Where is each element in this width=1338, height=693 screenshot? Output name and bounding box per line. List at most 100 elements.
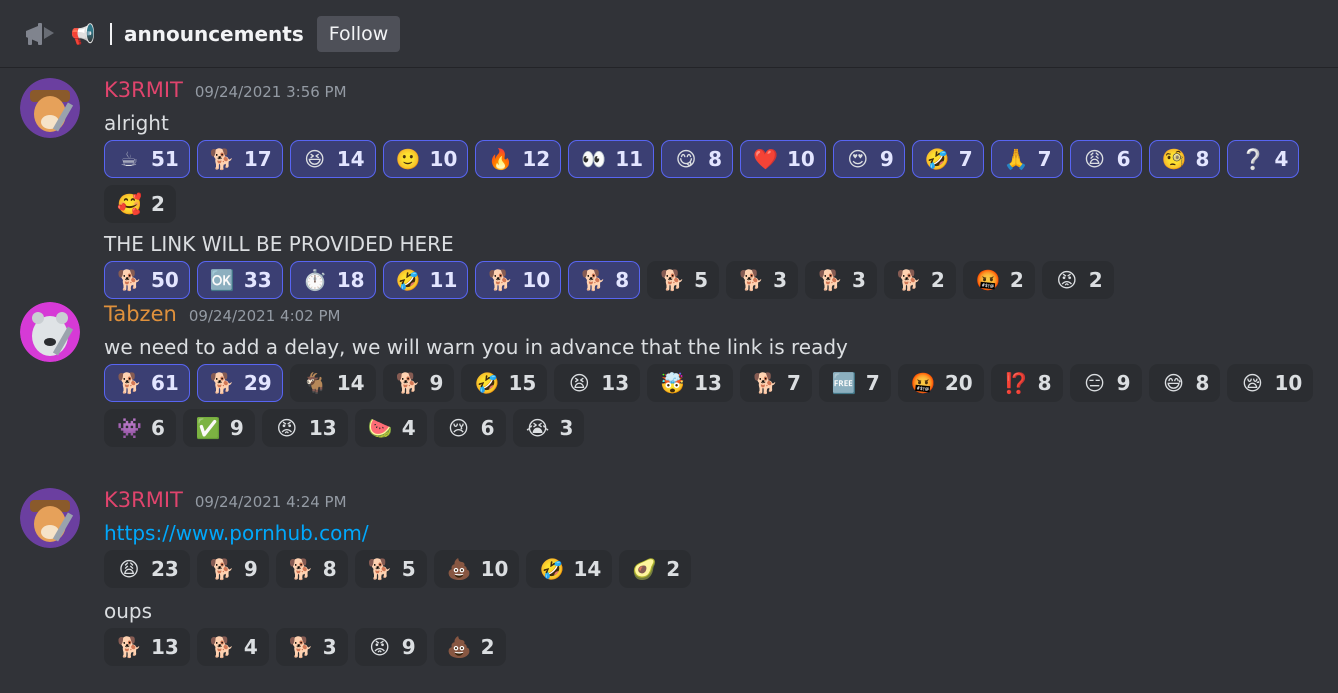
reaction-button[interactable]: 🐕 50 bbox=[104, 261, 190, 299]
reaction-button[interactable]: 🐕 3 bbox=[804, 261, 877, 299]
reaction-button[interactable]: 🐕 8 bbox=[568, 261, 641, 299]
reaction-button[interactable]: 🤯 13 bbox=[647, 364, 733, 402]
reaction-button[interactable]: 😆 14 bbox=[289, 140, 376, 178]
reaction-button[interactable]: ❔ 4 bbox=[1227, 140, 1300, 178]
reaction-count: 7 bbox=[958, 147, 973, 171]
reaction-button[interactable]: 😩 6 bbox=[1069, 140, 1142, 178]
avatar[interactable] bbox=[20, 302, 80, 362]
reaction-count: 3 bbox=[559, 416, 574, 440]
reaction-button[interactable]: ⁉️ 8 bbox=[990, 364, 1063, 402]
reaction-button[interactable]: 🤣 15 bbox=[461, 364, 548, 402]
reaction-button[interactable]: 💩 2 bbox=[433, 628, 506, 666]
reaction-button[interactable]: 🤣 7 bbox=[911, 140, 984, 178]
reaction-button[interactable]: 😋 8 bbox=[661, 140, 733, 178]
reaction-button[interactable]: 🤣 14 bbox=[526, 550, 613, 588]
reaction-button[interactable]: 🐐 14 bbox=[289, 364, 376, 402]
reaction-button[interactable]: 😡 2 bbox=[1041, 261, 1114, 299]
reaction-button[interactable]: 🆓 7 bbox=[818, 364, 891, 402]
reaction-button[interactable]: 🐕 8 bbox=[275, 550, 348, 588]
reaction-count: 2 bbox=[930, 268, 945, 292]
reaction-button[interactable]: 💩 10 bbox=[433, 550, 520, 588]
reaction-button[interactable]: 🐕 9 bbox=[382, 364, 455, 402]
reaction-button[interactable]: 🐕 29 bbox=[196, 364, 283, 402]
reaction-emoji-icon: 🐕 bbox=[660, 268, 686, 292]
reaction-emoji-icon: 🥑 bbox=[632, 557, 658, 581]
reaction-button[interactable]: 🐕 3 bbox=[275, 628, 348, 666]
reaction-button[interactable]: 🐕 9 bbox=[196, 550, 269, 588]
reaction-button[interactable]: 🤬 20 bbox=[897, 364, 984, 402]
reaction-button[interactable]: 😑 9 bbox=[1069, 364, 1142, 402]
reaction-button[interactable]: 😢 6 bbox=[433, 409, 506, 447]
reaction-button[interactable]: 😭 3 bbox=[512, 409, 585, 447]
reaction-count: 3 bbox=[851, 268, 866, 292]
reaction-count: 8 bbox=[1195, 371, 1210, 395]
reactions: 🐕 13 🐕 4 🐕 3 😡 9 💩 2 bbox=[104, 628, 1318, 666]
reaction-button[interactable]: 🍉 4 bbox=[354, 409, 427, 447]
reaction-emoji-icon: 😢 bbox=[448, 416, 470, 440]
message-content: K3RMIT 09/24/2021 4:24 PM https://www.po… bbox=[104, 488, 1318, 670]
follow-button[interactable]: Follow bbox=[316, 15, 401, 52]
reaction-button[interactable]: ✅ 9 bbox=[182, 409, 255, 447]
reaction-emoji-icon: 😩 bbox=[118, 557, 140, 581]
reaction-button[interactable]: 👀 11 bbox=[568, 140, 655, 178]
reaction-button[interactable]: 🔥 12 bbox=[475, 140, 562, 178]
megaphone-icon: 📢 bbox=[70, 21, 96, 47]
reaction-count: 20 bbox=[944, 371, 973, 395]
reaction-emoji-icon: 🐕 bbox=[209, 635, 235, 659]
reaction-button[interactable]: 🐕 13 bbox=[104, 628, 190, 666]
reaction-button[interactable]: 👾 6 bbox=[104, 409, 176, 447]
reaction-button[interactable]: 🤬 2 bbox=[962, 261, 1035, 299]
avatar[interactable] bbox=[20, 78, 80, 138]
reaction-button[interactable]: 🙏 7 bbox=[990, 140, 1063, 178]
reaction-button[interactable]: ☕ 51 bbox=[104, 140, 190, 178]
reaction-button[interactable]: 🐕 4 bbox=[196, 628, 269, 666]
reaction-button[interactable]: 🆗 33 bbox=[196, 261, 283, 299]
author-name[interactable]: Tabzen bbox=[104, 302, 177, 326]
reaction-button[interactable]: 😍 9 bbox=[832, 140, 905, 178]
reactions: 🐕 61 🐕 29 🐐 14 🐕 9 🤣 15 😫 13 🤯 13 🐕 7 🆓 7 🤬 20 ⁉️ 8 😑 9 😅 8 😪 10 👾 6 ✅… bbox=[104, 364, 1318, 447]
reaction-button[interactable]: 🧐 8 bbox=[1148, 140, 1221, 178]
reaction-button[interactable]: 🐕 61 bbox=[104, 364, 190, 402]
reaction-count: 6 bbox=[151, 416, 165, 440]
reaction-button[interactable]: 😡 13 bbox=[261, 409, 348, 447]
reaction-emoji-icon: 😆 bbox=[304, 147, 326, 171]
reaction-button[interactable]: 🤣 11 bbox=[382, 261, 469, 299]
reaction-count: 50 bbox=[151, 268, 179, 292]
reaction-button[interactable]: 🙂 10 bbox=[382, 140, 469, 178]
reaction-button[interactable]: 😅 8 bbox=[1148, 364, 1221, 402]
message-link[interactable]: https://www.pornhub.com/ bbox=[104, 521, 369, 545]
reaction-count: 29 bbox=[243, 371, 272, 395]
author-name[interactable]: K3RMIT bbox=[104, 488, 183, 512]
reaction-button[interactable]: 😩 23 bbox=[104, 550, 190, 588]
reaction-button[interactable]: 😫 13 bbox=[554, 364, 641, 402]
reaction-emoji-icon: 😑 bbox=[1084, 371, 1106, 395]
avatar[interactable] bbox=[20, 488, 80, 548]
reaction-button[interactable]: ⏱️ 18 bbox=[289, 261, 376, 299]
timestamp: 09/24/2021 4:24 PM bbox=[194, 493, 347, 511]
message-content: Tabzen 09/24/2021 4:02 PM we need to add… bbox=[104, 302, 1318, 451]
reaction-button[interactable]: 🐕 2 bbox=[883, 261, 956, 299]
reaction-button[interactable]: 😡 9 bbox=[354, 628, 427, 666]
reaction-emoji-icon: 😫 bbox=[568, 371, 590, 395]
reaction-count: 3 bbox=[322, 635, 337, 659]
reaction-button[interactable]: 🐕 5 bbox=[354, 550, 427, 588]
reaction-button[interactable]: 🐕 7 bbox=[739, 364, 812, 402]
reaction-emoji-icon: 💩 bbox=[446, 635, 472, 659]
reaction-button[interactable]: 🐕 17 bbox=[196, 140, 283, 178]
reaction-button[interactable]: 🐕 5 bbox=[647, 261, 720, 299]
reaction-emoji-icon: 😡 bbox=[276, 416, 298, 440]
reaction-button[interactable]: 🥑 2 bbox=[619, 550, 692, 588]
reaction-count: 14 bbox=[336, 147, 365, 171]
reaction-count: 7 bbox=[865, 371, 880, 395]
reaction-button[interactable]: 😪 10 bbox=[1227, 364, 1314, 402]
reaction-button[interactable]: 🥰 2 bbox=[104, 185, 176, 223]
reaction-button[interactable]: 🐕 10 bbox=[475, 261, 562, 299]
reaction-emoji-icon: 🐕 bbox=[209, 371, 235, 395]
reaction-count: 8 bbox=[615, 268, 630, 292]
reaction-count: 8 bbox=[1037, 371, 1052, 395]
reaction-count: 13 bbox=[694, 371, 722, 395]
reaction-button[interactable]: ❤️ 10 bbox=[739, 140, 826, 178]
author-name[interactable]: K3RMIT bbox=[104, 78, 183, 102]
reaction-button[interactable]: 🐕 3 bbox=[726, 261, 798, 299]
reaction-emoji-icon: ❤️ bbox=[752, 147, 778, 171]
